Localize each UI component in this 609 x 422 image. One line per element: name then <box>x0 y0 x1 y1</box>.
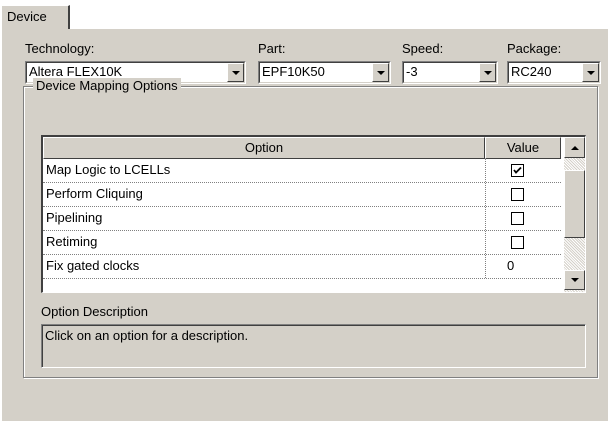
option-checkbox[interactable] <box>511 236 524 249</box>
table-row[interactable]: Retiming <box>43 231 561 255</box>
tab-device-label: Device <box>7 9 47 24</box>
scroll-up-button[interactable] <box>564 137 585 158</box>
options-scrollbar[interactable] <box>564 137 585 292</box>
part-dropdown-button[interactable] <box>372 63 389 82</box>
chevron-down-icon <box>483 70 492 75</box>
technology-dropdown-button[interactable] <box>227 63 244 82</box>
package-dropdown-button[interactable] <box>582 63 599 82</box>
table-row[interactable]: Fix gated clocks 0 <box>43 255 561 279</box>
part-select[interactable]: EPF10K50 <box>258 61 391 84</box>
speed-label: Speed: <box>402 41 444 56</box>
technology-label: Technology: <box>25 41 95 56</box>
checkmark-icon <box>513 166 522 174</box>
package-label: Package: <box>507 41 562 56</box>
option-description-label: Option Description <box>41 304 148 319</box>
option-name: Map Logic to LCELLs <box>46 162 171 177</box>
option-number-value[interactable]: 0 <box>507 258 514 273</box>
table-row[interactable]: Perform Cliquing <box>43 183 561 207</box>
part-value: EPF10K50 <box>262 64 325 79</box>
chevron-down-icon <box>376 70 385 75</box>
technology-value: Altera FLEX10K <box>29 64 123 79</box>
option-description-text: Click on an option for a description. <box>45 328 249 343</box>
option-column-header[interactable]: Option <box>43 137 485 159</box>
device-mapping-title: Device Mapping Options <box>33 78 181 93</box>
option-description-box: Click on an option for a description. <box>41 324 586 368</box>
scroll-down-button[interactable] <box>564 270 585 290</box>
chevron-down-icon <box>570 278 579 282</box>
package-value: RC240 <box>511 64 552 79</box>
chevron-down-icon <box>231 70 240 75</box>
option-name: Perform Cliquing <box>46 186 143 201</box>
speed-value: -3 <box>406 64 418 79</box>
table-row[interactable]: Map Logic to LCELLs <box>43 159 561 183</box>
option-checkbox[interactable] <box>511 188 524 201</box>
tab-device[interactable]: Device <box>1 5 70 29</box>
option-checkbox[interactable] <box>511 212 524 225</box>
table-row[interactable]: Pipelining <box>43 207 561 231</box>
chevron-down-icon <box>586 70 595 75</box>
options-grid: Option Value Map Logic to LCELLs Perform… <box>41 135 586 293</box>
option-checkbox[interactable] <box>511 164 524 177</box>
speed-select[interactable]: -3 <box>402 61 498 84</box>
option-name: Fix gated clocks <box>46 258 140 273</box>
scroll-thumb[interactable] <box>564 170 585 238</box>
option-name: Retiming <box>46 234 98 249</box>
value-column-header[interactable]: Value <box>485 137 561 159</box>
speed-dropdown-button[interactable] <box>479 63 496 82</box>
option-name: Pipelining <box>46 210 103 225</box>
chevron-up-icon <box>570 145 579 150</box>
part-label: Part: <box>258 41 286 56</box>
package-select[interactable]: RC240 <box>507 61 601 84</box>
